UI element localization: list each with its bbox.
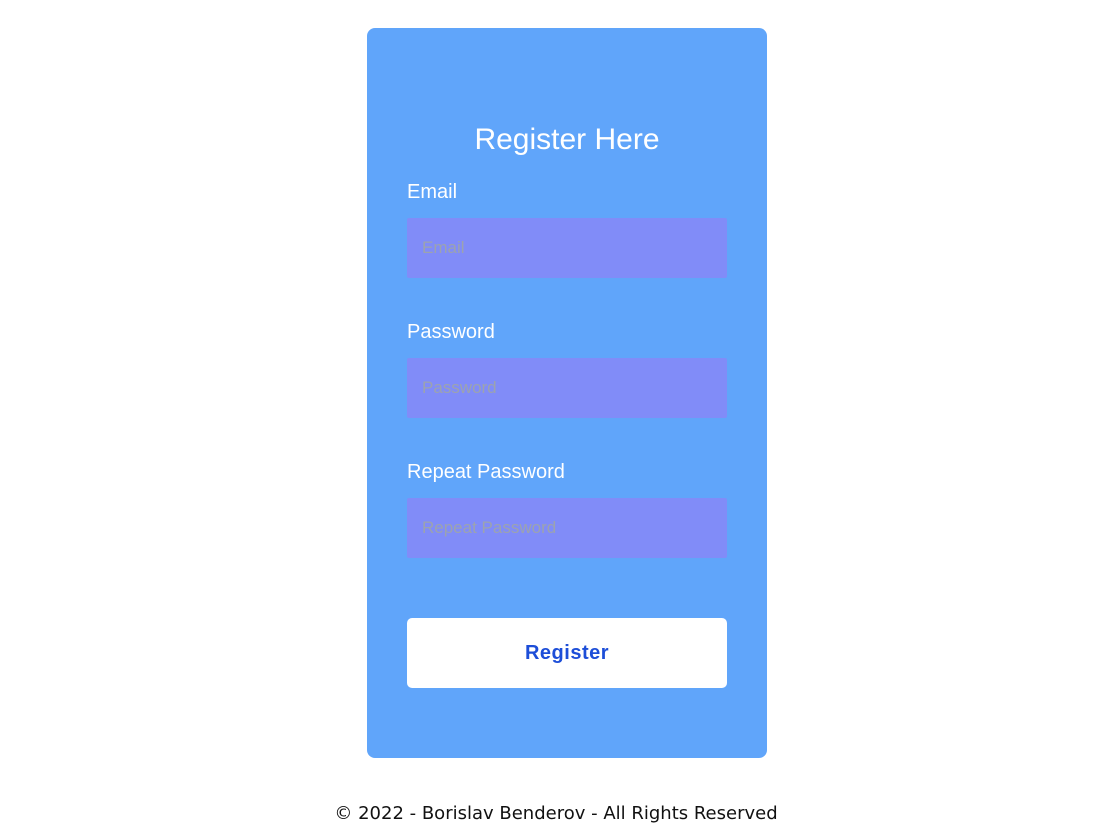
repeat-password-field[interactable]	[407, 498, 727, 558]
email-field[interactable]	[407, 218, 727, 278]
repeat-password-label: Repeat Password	[407, 461, 565, 483]
register-button[interactable]: Register	[407, 618, 727, 688]
form-title: Register Here	[474, 123, 660, 156]
register-card: Register Here Email Password Repeat Pass…	[367, 28, 767, 758]
footer-copyright: © 2022 - Borislav Benderov - All Rights …	[334, 803, 778, 824]
email-label: Email	[407, 181, 458, 203]
password-label: Password	[407, 321, 495, 343]
password-field[interactable]	[407, 358, 727, 418]
